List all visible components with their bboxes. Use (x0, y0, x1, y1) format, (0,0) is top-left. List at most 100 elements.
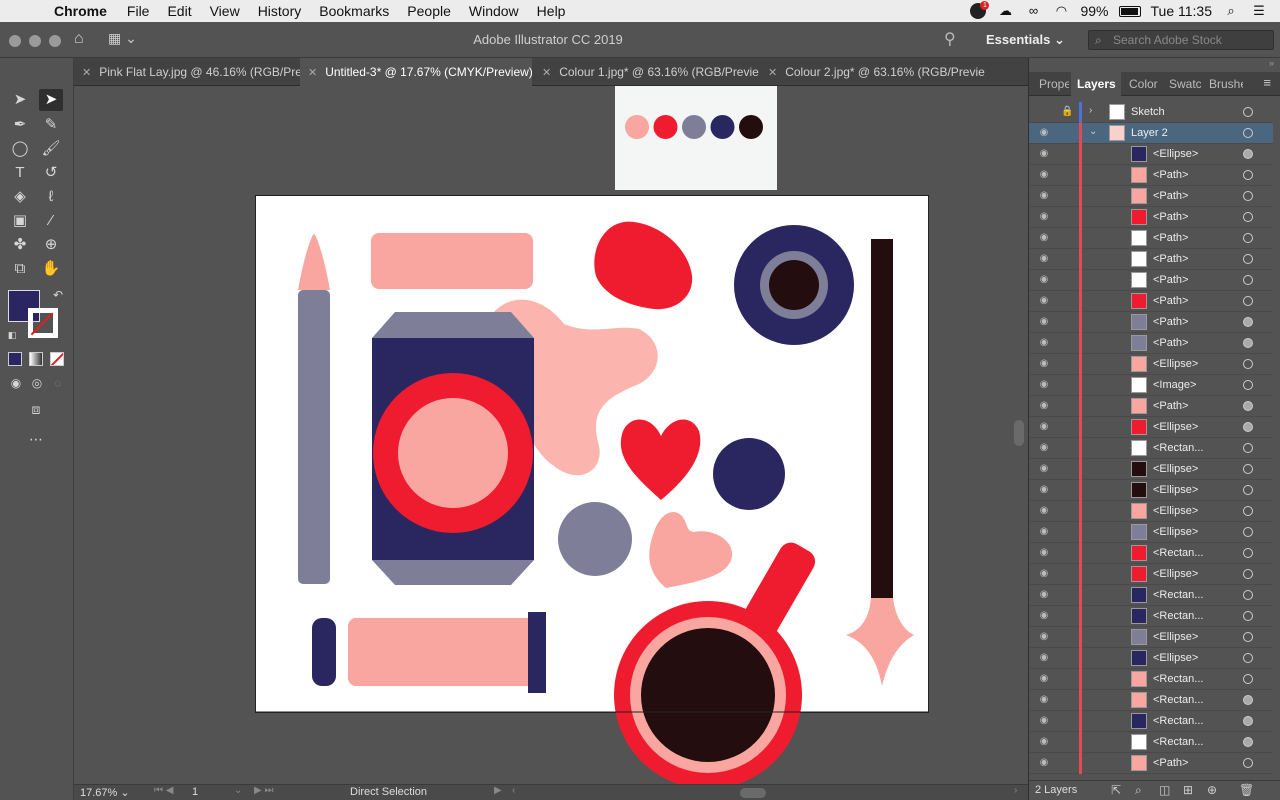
item-name[interactable]: <Rectan... (1153, 547, 1203, 559)
layer-item-row[interactable]: ◉ <Rectan... (1029, 669, 1273, 690)
layer-item-row[interactable]: ◉ <Rectan... (1029, 438, 1273, 459)
collapse-dock-icon[interactable]: » (1269, 58, 1274, 68)
draw-inside-icon[interactable]: ◌ (46, 372, 70, 394)
visibility-eye-icon[interactable]: ◉ (1037, 274, 1051, 286)
notification-center-icon[interactable]: ☰ (1250, 3, 1268, 19)
layer-item-row[interactable]: ◉ <Path> (1029, 228, 1273, 249)
stroke-swatch[interactable] (28, 308, 58, 338)
item-target-icon[interactable] (1243, 653, 1253, 663)
visibility-eye-icon[interactable]: ◉ (1037, 484, 1051, 496)
pink-bar[interactable] (371, 233, 533, 289)
layer-item-row[interactable]: ◉ <Path> (1029, 333, 1273, 354)
menu-bookmarks[interactable]: Bookmarks (310, 3, 398, 19)
layer-item-row[interactable]: ◉ <Path> (1029, 291, 1273, 312)
layer-item-row[interactable]: ◉ <Ellipse> (1029, 459, 1273, 480)
item-name[interactable]: <Ellipse> (1153, 484, 1198, 496)
item-name[interactable]: <Ellipse> (1153, 652, 1198, 664)
navy-circle[interactable] (713, 438, 785, 510)
visibility-eye-icon[interactable]: ◉ (1037, 127, 1051, 139)
item-name[interactable]: <Rectan... (1153, 694, 1203, 706)
item-target-icon[interactable] (1243, 632, 1253, 642)
vertical-scroll-thumb[interactable] (1014, 420, 1024, 446)
item-target-icon[interactable] (1243, 380, 1253, 390)
layer-item-row[interactable]: ◉ <Rectan... (1029, 732, 1273, 753)
artboard-dropdown-icon[interactable]: ⌄ (234, 785, 242, 796)
visibility-eye-icon[interactable]: ◉ (1037, 568, 1051, 580)
none-mode-button[interactable] (50, 352, 64, 366)
item-name[interactable]: <Ellipse> (1153, 526, 1198, 538)
tab-layers[interactable]: Layers (1071, 72, 1121, 96)
tube-cap[interactable] (528, 612, 546, 693)
pencil-body[interactable] (298, 290, 330, 584)
visibility-eye-icon[interactable]: ◉ (1037, 652, 1051, 664)
creative-cloud-icon[interactable]: ☁ (996, 3, 1014, 19)
screen-mode-icon[interactable]: ⧈ (24, 398, 48, 420)
menubar-clock[interactable]: Tue 11:35 (1151, 3, 1213, 19)
layer-item-row[interactable]: ◉ <Ellipse> (1029, 480, 1273, 501)
item-name[interactable]: <Path> (1153, 337, 1188, 349)
item-name[interactable]: <Rectan... (1153, 736, 1203, 748)
app-menu-chrome[interactable]: Chrome (44, 3, 118, 19)
item-target-icon[interactable] (1243, 485, 1253, 495)
pencil-tip[interactable] (298, 234, 330, 290)
export-icon[interactable]: ⇱ (1111, 783, 1121, 797)
item-target-icon[interactable] (1243, 275, 1253, 285)
visibility-eye-icon[interactable]: ◉ (1037, 232, 1051, 244)
close-tab-icon[interactable]: ✕ (308, 67, 317, 79)
visibility-eye-icon[interactable]: ◉ (1037, 211, 1051, 223)
workspace-switcher[interactable]: Essentials ⌄ (978, 29, 1074, 51)
tab-properties[interactable]: Prope (1033, 72, 1069, 96)
canvas-area[interactable] (74, 86, 1028, 784)
item-target-icon[interactable] (1243, 191, 1253, 201)
default-colors-icon[interactable]: ◧ (0, 324, 24, 346)
tab-colour-1[interactable]: ✕ Colour 1.jpg* @ 63.16% (RGB/Previe... (534, 58, 760, 86)
pink-heart[interactable] (649, 511, 733, 588)
new-sublayer-icon[interactable]: ⊞ (1183, 783, 1193, 797)
visibility-eye-icon[interactable]: ◉ (1037, 547, 1051, 559)
visibility-eye-icon[interactable]: ◉ (1037, 673, 1051, 685)
layer-item-row[interactable]: ◉ <Rectan... (1029, 606, 1273, 627)
item-target-icon[interactable] (1243, 527, 1253, 537)
first-artboard-icon[interactable]: ⏮ ◀ (154, 785, 173, 796)
visibility-eye-icon[interactable]: ◉ (1037, 316, 1051, 328)
item-target-icon[interactable] (1243, 422, 1253, 432)
item-name[interactable]: <Ellipse> (1153, 358, 1198, 370)
close-tab-icon[interactable]: ✕ (768, 67, 777, 79)
pen-tool-icon[interactable]: ✒ (8, 114, 32, 136)
delete-layer-icon[interactable]: 🗑 (1239, 783, 1254, 797)
visibility-eye-icon[interactable]: ◉ (1037, 295, 1051, 307)
paintbrush-tool-icon[interactable]: 🖌 (39, 138, 63, 160)
pink-tube[interactable] (348, 618, 540, 686)
dark-center[interactable] (769, 260, 819, 310)
layer-item-row[interactable]: ◉ <Path> (1029, 249, 1273, 270)
menu-history[interactable]: History (249, 3, 311, 19)
zoom-level-field[interactable]: 17.67% ⌄ (80, 786, 130, 799)
layer-item-row[interactable]: ◉ <Path> (1029, 312, 1273, 333)
jar-lid[interactable] (372, 312, 534, 338)
red-blob[interactable] (594, 221, 693, 310)
visibility-eye-icon[interactable]: ◉ (1037, 190, 1051, 202)
battery-percent[interactable]: 99% (1080, 3, 1108, 19)
swap-fill-stroke-icon[interactable]: ↶ (46, 284, 70, 306)
layer-item-row[interactable]: ◉ <Path> (1029, 270, 1273, 291)
visibility-eye-icon[interactable]: ◉ (1037, 589, 1051, 601)
lock-icon[interactable]: 🔒 (1061, 106, 1073, 117)
layer-item-row[interactable]: ◉ <Rectan... (1029, 711, 1273, 732)
wifi-icon[interactable]: ◠ (1052, 3, 1070, 19)
jar-base[interactable] (372, 560, 534, 585)
edit-toolbar-icon[interactable]: ⋯ (24, 428, 48, 450)
item-target-icon[interactable] (1243, 443, 1253, 453)
layer-item-row[interactable]: ◉ <Path> (1029, 753, 1273, 774)
layer-item-row[interactable]: ◉ <Path> (1029, 207, 1273, 228)
item-target-icon[interactable] (1243, 716, 1253, 726)
artwork[interactable] (74, 86, 1028, 784)
visibility-eye-icon[interactable]: ◉ (1037, 421, 1051, 433)
layer-name[interactable]: Layer 2 (1131, 127, 1168, 139)
visibility-eye-icon[interactable]: ◉ (1037, 526, 1051, 538)
item-target-icon[interactable] (1243, 212, 1253, 222)
item-name[interactable]: <Path> (1153, 295, 1188, 307)
visibility-eye-icon[interactable]: ◉ (1037, 631, 1051, 643)
item-target-icon[interactable] (1243, 674, 1253, 684)
tab-swatches[interactable]: Swatc (1163, 72, 1201, 96)
layer-item-row[interactable]: ◉ <Image> (1029, 375, 1273, 396)
